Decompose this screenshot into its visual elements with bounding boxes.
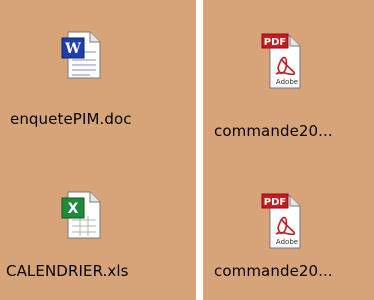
desktop-pane-left: W enquetePIM.doc X CALENDRIER.xls: [0, 0, 196, 300]
svg-text:W: W: [64, 41, 81, 57]
excel-spreadsheet-icon: X: [61, 191, 101, 239]
file-name-label: commande20...: [214, 262, 333, 280]
svg-text:X: X: [68, 201, 79, 217]
svg-text:PDF: PDF: [264, 197, 286, 208]
file-name-label: enquetePIM.doc: [10, 110, 132, 128]
pdf-document-icon: PDF Adobe: [261, 33, 301, 89]
pdf-document-icon: PDF Adobe: [261, 193, 301, 249]
svg-text:Adobe: Adobe: [276, 78, 298, 86]
file-name-label: commande20...: [214, 122, 333, 140]
svg-text:PDF: PDF: [264, 37, 286, 48]
desktop-pane-right: PDF Adobe commande20... PDF Adobe comman…: [203, 0, 374, 300]
svg-text:Adobe: Adobe: [276, 238, 298, 246]
word-document-icon: W: [61, 31, 101, 79]
file-name-label: CALENDRIER.xls: [6, 262, 129, 280]
